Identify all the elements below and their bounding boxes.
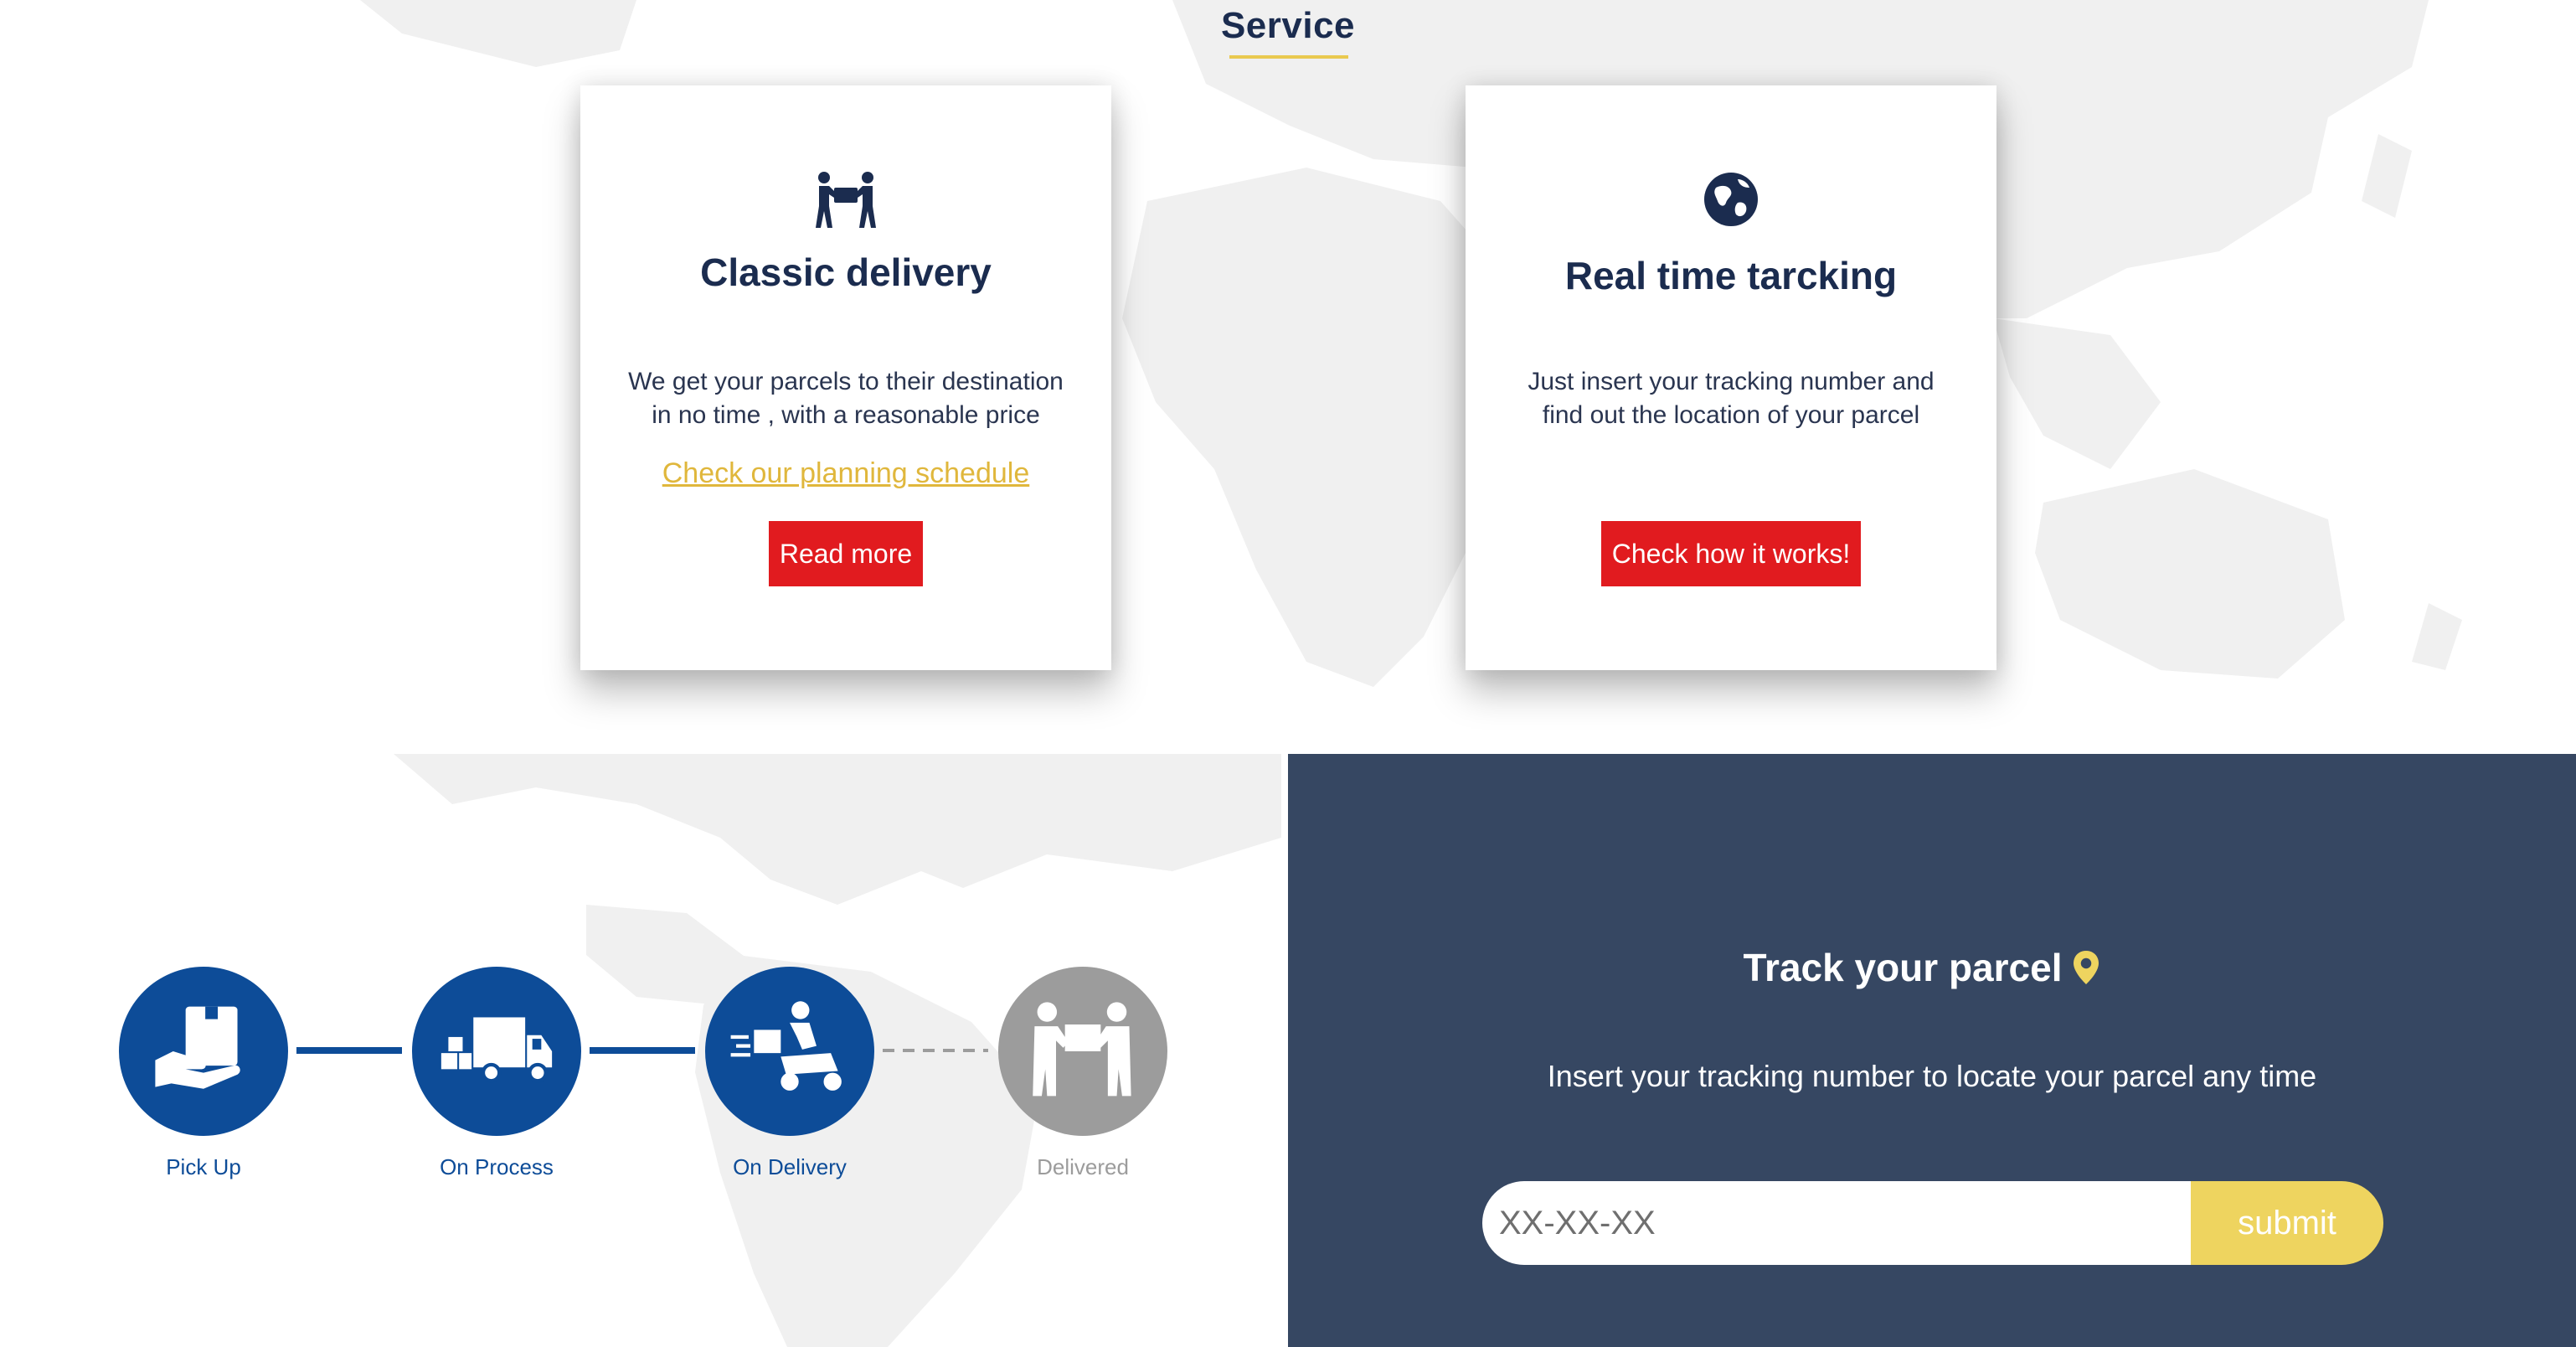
parcel-handover-icon	[1033, 1002, 1131, 1097]
people-carrying-box-icon	[580, 169, 1111, 230]
check-how-it-works-button[interactable]: Check how it works!	[1601, 521, 1861, 586]
step-label-pick-up: Pick Up	[166, 1154, 241, 1179]
location-pin-icon	[2074, 951, 2099, 984]
real-time-tracking-card: Real time tarcking Just insert your trac…	[1466, 85, 1996, 670]
on-process-step	[412, 967, 581, 1136]
pick-up-step	[119, 967, 288, 1136]
classic-delivery-card: Classic delivery We get your parcels to …	[580, 85, 1111, 670]
track-description: Insert your tracking number to locate yo…	[1547, 1059, 2317, 1093]
planning-schedule-link[interactable]: Check our planning schedule	[580, 457, 1111, 490]
connector-line	[296, 1047, 402, 1054]
step-label-on-process: On Process	[440, 1154, 554, 1179]
section-title: Service	[1220, 5, 1356, 46]
card-title: Real time tarcking	[1564, 254, 1898, 297]
delivery-truck-icon	[440, 1017, 553, 1083]
card-description: Just insert your tracking number and fin…	[1528, 368, 1935, 429]
tracking-form: submit	[1482, 1181, 2383, 1265]
delivered-step	[998, 967, 1167, 1136]
courier-scooter-icon	[730, 1001, 842, 1091]
hand-holding-box-icon	[155, 1006, 240, 1089]
on-delivery-step	[705, 967, 874, 1136]
read-more-button[interactable]: Read more	[769, 521, 923, 586]
step-label-on-delivery: On Delivery	[733, 1154, 847, 1179]
section-title-underline	[1229, 55, 1348, 59]
page: Service Classic delivery We get your par…	[0, 0, 2576, 1347]
card-description: We get your parcels to their destination…	[628, 368, 1064, 429]
tracking-number-input[interactable]	[1482, 1181, 2191, 1265]
tracking-process: Pick Up On Process On Delivery Delivered	[0, 754, 1288, 1347]
connector-line	[590, 1047, 695, 1054]
step-label-delivered: Delivered	[1037, 1154, 1129, 1179]
track-title: Track your parcel	[1288, 945, 2576, 990]
globe-icon	[1466, 169, 1996, 230]
track-parcel-panel: Track your parcel Insert your tracking n…	[1288, 754, 2576, 1347]
submit-button[interactable]: submit	[2191, 1181, 2383, 1265]
track-title-text: Track your parcel	[1743, 946, 2063, 989]
card-title: Classic delivery	[700, 250, 992, 294]
connector-dashed-line	[883, 1049, 988, 1052]
